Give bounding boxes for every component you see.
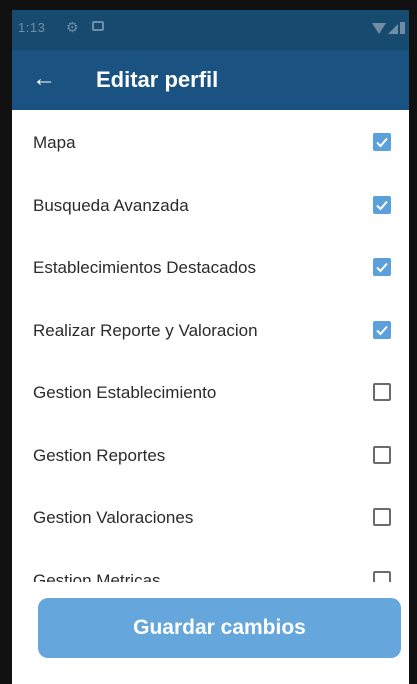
permission-label: Establecimientos Destacados — [33, 258, 257, 277]
list-item[interactable]: Mapa — [12, 110, 409, 173]
device-frame-top — [0, 0, 417, 10]
list-item[interactable]: Establecimientos Destacados — [12, 235, 409, 298]
app-bar: ← Editar perfil — [12, 50, 409, 110]
battery-icon — [400, 22, 405, 34]
checkbox-unchecked[interactable] — [373, 508, 391, 526]
checkbox-unchecked[interactable] — [373, 383, 391, 401]
checkmark-icon — [376, 325, 388, 335]
list-item[interactable]: Gestion Establecimiento — [12, 360, 409, 423]
photo-icon — [92, 21, 104, 31]
permission-label: Gestion Valoraciones — [33, 508, 194, 527]
permission-label: Gestion Establecimiento — [33, 383, 217, 402]
permission-label: Gestion Reportes — [33, 445, 166, 465]
page-title: Editar perfil — [96, 67, 219, 92]
permission-label: Mapa — [33, 133, 76, 152]
device-frame-right — [409, 0, 417, 684]
list-item[interactable]: Gestion Reportes — [12, 423, 409, 486]
save-button[interactable]: Guardar cambios — [38, 598, 401, 658]
checkbox-unchecked[interactable] — [373, 445, 391, 464]
status-bar: 1:13 ⚙ — [12, 10, 409, 50]
checkmark-icon — [376, 137, 388, 148]
gear-icon: ⚙ — [66, 19, 79, 35]
checkbox-checked[interactable] — [373, 258, 391, 276]
checkbox-checked[interactable] — [373, 320, 391, 339]
permission-list[interactable]: Mapa Busqueda Avanzada Establecimientos De… — [12, 110, 409, 582]
checkmark-icon — [376, 200, 388, 210]
checkmark-icon — [376, 262, 388, 273]
app-screen: 1:13 ⚙ ← Editar perfil Mapa Busqueda Avan… — [12, 10, 409, 684]
arrow-left-icon[interactable]: ← — [32, 64, 56, 94]
list-item[interactable]: Busqueda Avanzada — [12, 173, 409, 236]
list-item[interactable]: Gestion Metricas — [12, 548, 409, 583]
status-time: 1:13 — [18, 20, 46, 35]
permission-label: Busqueda Avanzada — [33, 195, 189, 215]
checkbox-checked[interactable] — [373, 195, 391, 214]
checkbox-unchecked[interactable] — [373, 570, 391, 582]
device-frame-left — [0, 0, 12, 684]
signal-icon — [388, 24, 398, 34]
permission-label: Realizar Reporte y Valoracion — [33, 320, 258, 340]
permission-label: Gestion Metricas — [33, 570, 161, 583]
list-item[interactable]: Realizar Reporte y Valoracion — [12, 298, 409, 361]
checkbox-checked[interactable] — [373, 133, 391, 151]
list-item[interactable]: Gestion Valoraciones — [12, 485, 409, 548]
wifi-icon — [372, 23, 386, 34]
status-indicators — [372, 22, 405, 34]
